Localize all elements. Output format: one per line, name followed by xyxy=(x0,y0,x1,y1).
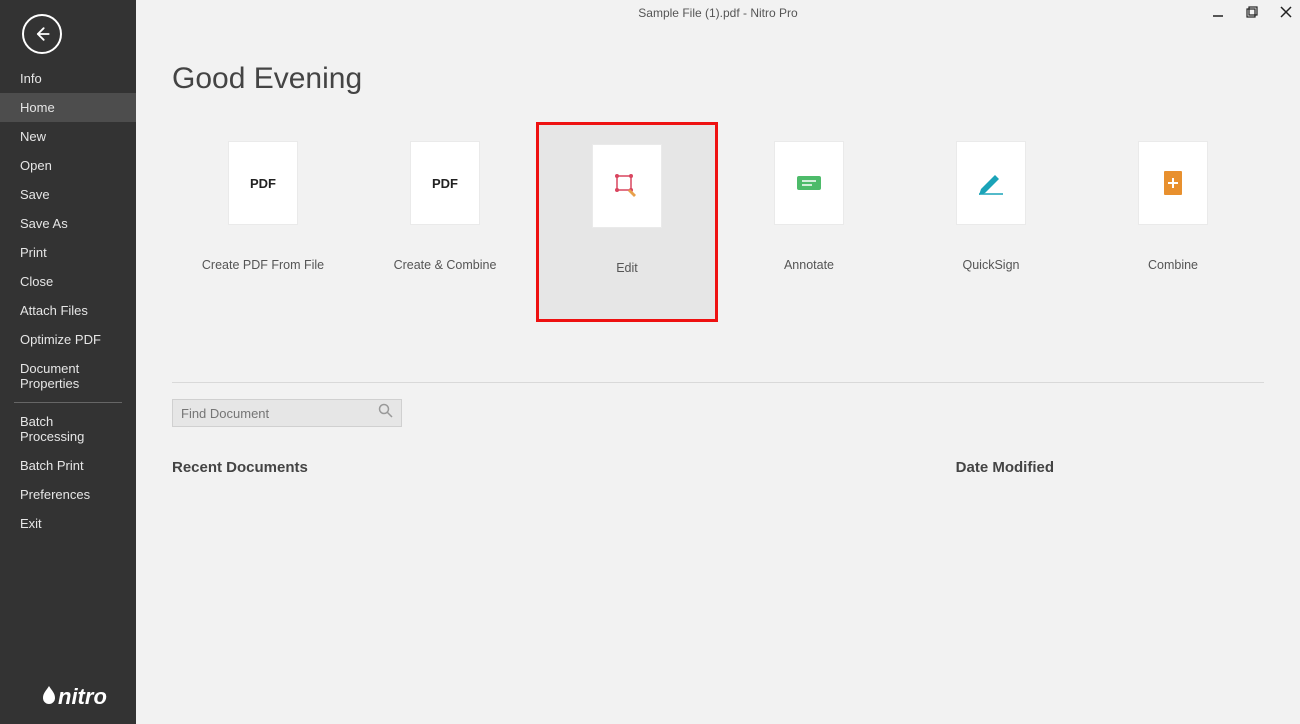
arrow-left-icon xyxy=(32,24,52,44)
content: Good Evening PDF Create PDF From File PD… xyxy=(136,26,1300,724)
tile-create-combine[interactable]: PDF Create & Combine xyxy=(354,142,536,322)
sidebar-item-save-as[interactable]: Save As xyxy=(0,209,136,238)
recent-documents-header: Recent Documents xyxy=(172,459,308,476)
sidebar-item-info[interactable]: Info xyxy=(0,64,136,93)
brand-text: nitro xyxy=(58,684,107,709)
sidebar: Info Home New Open Save Save As Print Cl… xyxy=(0,0,136,724)
tile-combine[interactable]: Combine xyxy=(1082,142,1264,322)
app-root: Info Home New Open Save Save As Print Cl… xyxy=(0,0,1300,724)
main-area: Sample File (1).pdf - Nitro Pro Good Eve… xyxy=(136,0,1300,724)
combine-icon xyxy=(1162,169,1184,197)
tile-icon-box xyxy=(593,145,661,227)
sidebar-item-new[interactable]: New xyxy=(0,122,136,151)
maximize-icon xyxy=(1246,6,1258,18)
window-title: Sample File (1).pdf - Nitro Pro xyxy=(638,6,797,20)
tile-icon-box: PDF xyxy=(411,142,479,224)
tile-icon-box xyxy=(957,142,1025,224)
sidebar-item-batch-processing[interactable]: Batch Processing xyxy=(0,407,136,451)
sidebar-item-preferences[interactable]: Preferences xyxy=(0,480,136,509)
sidebar-separator xyxy=(14,402,122,403)
close-button[interactable] xyxy=(1278,4,1294,20)
edit-icon xyxy=(614,173,640,199)
sidebar-item-open[interactable]: Open xyxy=(0,151,136,180)
brand-logo: nitro xyxy=(0,668,136,724)
tile-quicksign[interactable]: QuickSign xyxy=(900,142,1082,322)
tile-label: Edit xyxy=(616,261,638,275)
tile-label: Annotate xyxy=(784,258,834,272)
brand-flame-icon xyxy=(40,686,58,706)
tile-edit[interactable]: Edit xyxy=(536,122,718,322)
action-tiles: PDF Create PDF From File PDF Create & Co… xyxy=(172,142,1264,382)
sidebar-item-save[interactable]: Save xyxy=(0,180,136,209)
search-box[interactable] xyxy=(172,399,402,427)
close-icon xyxy=(1280,6,1292,18)
tile-label: Create PDF From File xyxy=(202,258,324,272)
pdf-icon: PDF xyxy=(432,176,458,191)
minimize-icon xyxy=(1212,6,1224,18)
sidebar-item-attach-files[interactable]: Attach Files xyxy=(0,296,136,325)
tile-label: Combine xyxy=(1148,258,1198,272)
tile-icon-box xyxy=(1139,142,1207,224)
window-controls xyxy=(1210,4,1294,20)
tile-annotate[interactable]: Annotate xyxy=(718,142,900,322)
divider xyxy=(172,382,1264,383)
greeting: Good Evening xyxy=(172,62,1264,96)
sidebar-item-document-properties[interactable]: Document Properties xyxy=(0,354,136,398)
sidebar-item-home[interactable]: Home xyxy=(0,93,136,122)
maximize-button[interactable] xyxy=(1244,4,1260,20)
tile-create-pdf-from-file[interactable]: PDF Create PDF From File xyxy=(172,142,354,322)
sidebar-item-print[interactable]: Print xyxy=(0,238,136,267)
annotate-icon xyxy=(796,173,822,193)
sidebar-item-optimize-pdf[interactable]: Optimize PDF xyxy=(0,325,136,354)
tile-icon-box xyxy=(775,142,843,224)
sidebar-item-batch-print[interactable]: Batch Print xyxy=(0,451,136,480)
sidebar-item-close[interactable]: Close xyxy=(0,267,136,296)
sign-icon xyxy=(977,171,1005,195)
date-modified-header: Date Modified xyxy=(956,459,1054,476)
tile-label: Create & Combine xyxy=(394,258,497,272)
search-icon xyxy=(378,403,393,423)
titlebar: Sample File (1).pdf - Nitro Pro xyxy=(136,0,1300,26)
search-input[interactable] xyxy=(181,406,378,421)
back-button[interactable] xyxy=(22,14,62,54)
tile-icon-box: PDF xyxy=(229,142,297,224)
pdf-icon: PDF xyxy=(250,176,276,191)
minimize-button[interactable] xyxy=(1210,4,1226,20)
sidebar-nav: Info Home New Open Save Save As Print Cl… xyxy=(0,64,136,538)
tile-label: QuickSign xyxy=(963,258,1020,272)
list-headers: Recent Documents Date Modified xyxy=(172,459,1264,476)
sidebar-item-exit[interactable]: Exit xyxy=(0,509,136,538)
